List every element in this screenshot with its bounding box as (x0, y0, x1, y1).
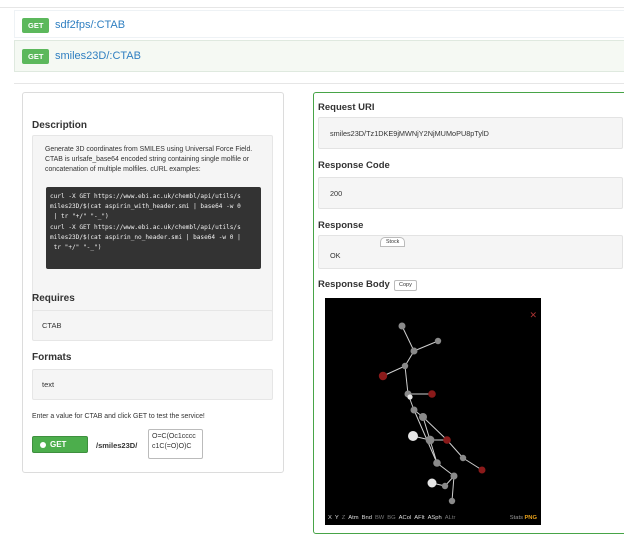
carbon-atom (448, 497, 456, 505)
bond (401, 325, 415, 352)
section-divider (14, 75, 624, 84)
get-method-badge: GET (22, 18, 50, 33)
get-button[interactable]: GET (32, 436, 88, 453)
stock-chip[interactable]: Stock (380, 237, 406, 247)
endpoint-path-link[interactable]: sdf2fps/:CTAB (55, 19, 125, 31)
carbon-atom (450, 472, 458, 480)
response-box: OK (318, 235, 623, 269)
hydrogen-atom (408, 431, 418, 441)
curl-example-code: curl -X GET https://www.ebi.ac.uk/chembl… (46, 187, 261, 269)
oxygen-atom (378, 371, 388, 381)
response-code-heading: Response Code (318, 160, 390, 171)
requires-box: CTAB (32, 310, 273, 341)
viewer-toggle-acol[interactable]: ACol (399, 515, 412, 521)
get-button-label: GET (50, 440, 67, 449)
ctab-input[interactable] (148, 429, 203, 459)
viewer-toggle-x[interactable]: X (328, 515, 332, 521)
endpoint-smiles23d[interactable]: GET smiles23D/:CTAB (14, 40, 624, 72)
carbon-atom (419, 413, 427, 421)
response-value: OK (330, 251, 341, 260)
curl-code-text: curl -X GET https://www.ebi.ac.uk/chembl… (50, 193, 241, 252)
oxygen-atom (478, 466, 486, 474)
endpoint-details-panel: Description Generate 3D coordinates from… (22, 92, 284, 473)
bond (451, 475, 455, 502)
oxygen-atom (443, 436, 451, 444)
carbon-atom (410, 406, 418, 414)
viewer-toggle-altr[interactable]: ALtr (445, 515, 456, 521)
hydrogen-atom (427, 478, 437, 488)
response-code-box: 200 (318, 177, 623, 209)
viewer-toggle-z[interactable]: Z (342, 515, 346, 521)
carbon-atom (410, 347, 418, 355)
test-prompt: Enter a value for CTAB and click GET to … (32, 413, 205, 420)
viewer-toggle-aflt[interactable]: AFlt (414, 515, 424, 521)
description-text: Generate 3D coordinates from SMILES usin… (45, 146, 253, 173)
bond (413, 340, 439, 352)
oxygen-atom (428, 390, 436, 398)
carbon-atom (425, 435, 435, 445)
description-heading: Description (32, 120, 88, 131)
png-button[interactable]: PNG (524, 515, 537, 521)
formats-value: text (42, 380, 55, 389)
stats-button[interactable]: Stats (510, 515, 523, 521)
response-code-value: 200 (330, 189, 343, 198)
molecule-render[interactable] (325, 298, 541, 525)
top-strip (0, 0, 624, 8)
carbon-atom (401, 362, 409, 370)
request-uri-value: smiles23D/Tz1DKE9jMWNjY2NjMUMoPU8pTylD (330, 129, 489, 138)
viewer-toggle-bnd[interactable]: Bnd (362, 515, 372, 521)
response-body-heading: Response Body (318, 279, 390, 290)
request-uri-heading: Request URI (318, 102, 375, 113)
endpoint-path-label: /smiles23D/ (96, 441, 138, 450)
carbon-atom (398, 322, 406, 330)
viewer-toggle-asph[interactable]: ASph (428, 515, 442, 521)
carbon-atom (441, 482, 449, 490)
endpoint-path-link[interactable]: smiles23D/:CTAB (55, 50, 141, 62)
formats-heading: Formats (32, 352, 72, 363)
viewer-toggle-bw[interactable]: BW (375, 515, 384, 521)
molecule-3d-viewer[interactable]: ✕ X Y Z Atm Bnd BW BG ACol AFlt ASph ALtr Stats PN… (325, 298, 541, 525)
response-panel: Request URI smiles23D/Tz1DKE9jMWNjY2NjMU… (313, 92, 624, 534)
request-uri-box: smiles23D/Tz1DKE9jMWNjY2NjMUMoPU8pTylD (318, 117, 623, 149)
carbon-atom (434, 337, 442, 345)
copy-button[interactable]: Copy (394, 280, 417, 291)
get-method-badge: GET (22, 49, 50, 64)
carbon-atom (433, 459, 441, 467)
viewer-toggle-y[interactable]: Y (335, 515, 339, 521)
formats-box: text (32, 369, 273, 400)
requires-heading: Requires (32, 293, 75, 304)
close-icon[interactable]: ✕ (529, 310, 537, 321)
get-button-icon (40, 442, 46, 448)
bond (404, 365, 409, 395)
viewer-toolbar[interactable]: X Y Z Atm Bnd BW BG ACol AFlt ASph ALtr (328, 515, 458, 521)
response-heading: Response (318, 220, 364, 231)
hydrogen-atom (407, 394, 413, 400)
endpoint-sdf2fps[interactable]: GET sdf2fps/:CTAB (14, 10, 624, 38)
requires-value: CTAB (42, 321, 62, 330)
carbon-atom (459, 454, 467, 462)
viewer-toggle-bg[interactable]: BG (387, 515, 395, 521)
viewer-toggle-atm[interactable]: Atm (348, 515, 358, 521)
